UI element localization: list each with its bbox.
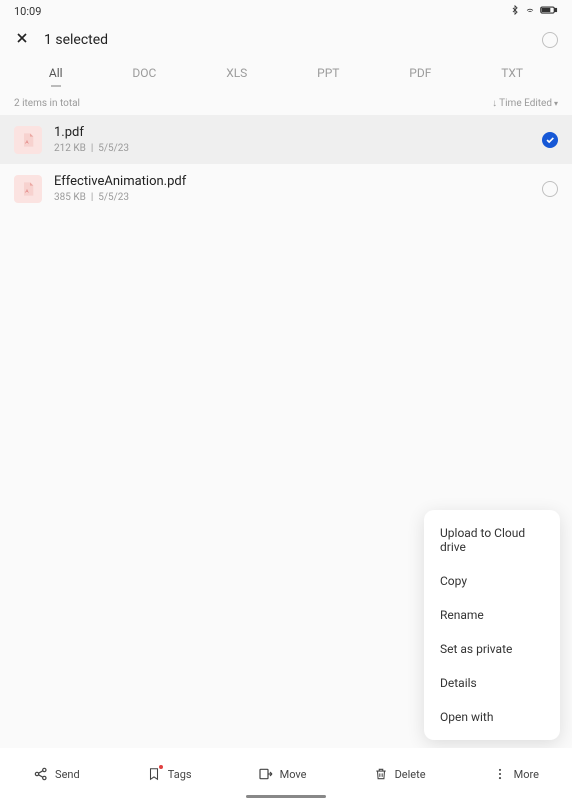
notification-dot [159,765,163,769]
list-meta: 2 items in total ↓ Time Edited ▾ [0,94,572,115]
send-label: Send [55,768,80,781]
menu-open-with[interactable]: Open with [424,700,560,734]
status-bar: 10:09 [0,0,572,22]
file-row[interactable]: A EffectiveAnimation.pdf 385 KB | 5/5/23 [0,164,572,213]
bluetooth-icon [510,5,520,18]
close-icon [14,30,30,46]
move-label: Move [280,768,307,781]
context-menu: Upload to Cloud drive Copy Rename Set as… [424,510,560,740]
pdf-icon: A [14,126,42,154]
tab-all[interactable]: All [43,62,69,84]
file-info: 1.pdf 212 KB | 5/5/23 [54,125,530,154]
sort-arrow-icon: ↓ [492,98,497,109]
status-icons [510,5,558,18]
move-button[interactable]: Move [258,766,307,782]
file-info: EffectiveAnimation.pdf 385 KB | 5/5/23 [54,174,530,203]
selection-count: 1 selected [44,32,108,48]
file-name: 1.pdf [54,125,530,140]
tags-label: Tags [168,768,192,781]
menu-details[interactable]: Details [424,666,560,700]
file-meta: 212 KB | 5/5/23 [54,143,530,154]
file-name: EffectiveAnimation.pdf [54,174,530,189]
tab-xls[interactable]: XLS [220,62,253,84]
tab-ppt[interactable]: PPT [311,62,345,84]
file-row[interactable]: A 1.pdf 212 KB | 5/5/23 [0,115,572,164]
file-type-tabs: All DOC XLS PPT PDF TXT [0,60,572,94]
pdf-icon: A [14,175,42,203]
menu-rename[interactable]: Rename [424,598,560,632]
delete-label: Delete [395,768,426,781]
checkmark-icon [545,135,555,145]
more-button[interactable]: More [492,766,539,782]
selection-header: 1 selected [0,22,572,60]
delete-button[interactable]: Delete [373,766,426,782]
trash-icon [373,766,389,782]
battery-icon [540,5,558,18]
more-label: More [514,768,539,781]
status-time: 10:09 [14,5,41,18]
tab-txt[interactable]: TXT [495,62,529,84]
more-vertical-icon [492,766,508,782]
menu-copy[interactable]: Copy [424,564,560,598]
tab-doc[interactable]: DOC [126,62,162,84]
wifi-icon [524,5,536,18]
share-icon [33,766,49,782]
file-meta: 385 KB | 5/5/23 [54,192,530,203]
bottom-toolbar: Send Tags Move Delete More [0,748,572,800]
move-icon [258,766,274,782]
sort-button[interactable]: ↓ Time Edited ▾ [492,98,558,109]
tab-pdf[interactable]: PDF [403,62,437,84]
file-checkbox[interactable] [542,132,558,148]
chevron-down-icon: ▾ [554,99,558,108]
bookmark-icon [146,766,162,782]
menu-upload-cloud[interactable]: Upload to Cloud drive [424,516,560,564]
item-count: 2 items in total [14,98,80,109]
close-button[interactable] [14,30,30,50]
file-list: A 1.pdf 212 KB | 5/5/23 A EffectiveAnima… [0,115,572,213]
sort-label: Time Edited [499,98,552,109]
home-indicator[interactable] [246,795,326,798]
tags-button[interactable]: Tags [146,766,192,782]
menu-set-private[interactable]: Set as private [424,632,560,666]
file-checkbox[interactable] [542,181,558,197]
select-all-checkbox[interactable] [542,32,558,48]
send-button[interactable]: Send [33,766,80,782]
